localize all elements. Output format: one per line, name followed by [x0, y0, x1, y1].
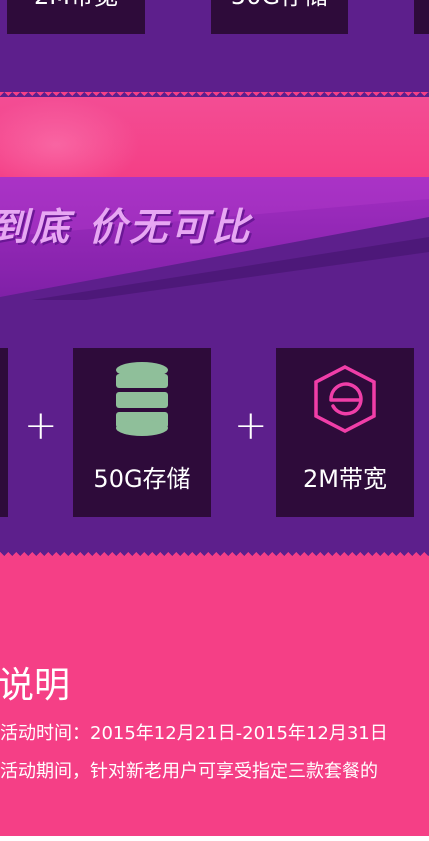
database-icon — [116, 362, 168, 436]
product-card-bandwidth[interactable]: 2M带宽 — [276, 348, 414, 517]
top-card-partial — [414, 0, 429, 34]
description-line-2: 活动期间，针对新老用户可享受指定三款套餐的 — [0, 761, 378, 782]
top-card-storage[interactable]: 50G存储 — [211, 0, 348, 34]
pink-band — [0, 97, 429, 177]
product-card-storage-label: 50G存储 — [93, 465, 191, 493]
top-card-bandwidth[interactable]: 2M带宽 — [7, 0, 145, 34]
product-card-bandwidth-label: 2M带宽 — [303, 465, 387, 493]
top-card-bandwidth-label: 2M带宽 — [34, 0, 118, 8]
bandwidth-e-icon — [314, 365, 376, 433]
banner-slogan: 到底 价无可比 — [0, 205, 253, 249]
product-card-storage[interactable]: 50G存储 — [73, 348, 211, 517]
description-title: 说明 — [0, 665, 71, 706]
pink-glow — [0, 97, 140, 177]
bottom-divider — [0, 836, 429, 841]
top-card-storage-label: 50G存储 — [231, 0, 328, 8]
plus-sign-2: + — [234, 403, 268, 449]
description-line-1: 活动时间：2015年12月21日-2015年12月31日 — [0, 723, 388, 744]
plus-sign-1: + — [24, 403, 58, 449]
product-card-partial-left — [0, 348, 8, 517]
zigzag-divider — [0, 548, 429, 556]
